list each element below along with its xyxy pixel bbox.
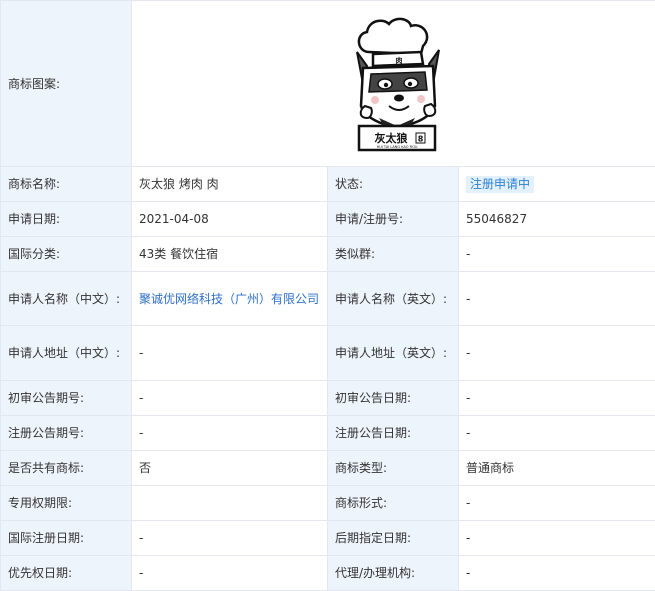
status-badge: 注册申请中 [466,176,534,193]
intl-class-label: 国际分类: [1,237,132,272]
applicant-name-en-label: 申请人名称（英文）: [328,272,459,326]
trademark-form-label: 商标形式: [328,486,459,521]
reg-date-label: 注册公告日期: [328,416,459,451]
prelim-issue-value: - [132,381,328,416]
prelim-issue-label: 初审公告期号: [1,381,132,416]
applicant-address-cn-value: - [132,326,328,381]
row-trademark-name: 商标名称: 灰太狼 烤肉 肉 状态: 注册申请中 [1,167,655,202]
row-applicant-name: 申请人名称（中文）: 聚诚优网络科技（广州）有限公司 申请人名称（英文）: - [1,272,655,326]
row-registration-announcement: 注册公告期号: - 注册公告日期: - [1,416,655,451]
logo-badge: 8 [418,134,424,143]
intl-reg-date-value: - [132,521,328,556]
prelim-date-label: 初审公告日期: [328,381,459,416]
exclusive-term-label: 专用权期限: [1,486,132,521]
trademark-type-label: 商标类型: [328,451,459,486]
row-application-date: 申请日期: 2021-04-08 申请/注册号: 55046827 [1,202,655,237]
shared-trademark-label: 是否共有商标: [1,451,132,486]
applicant-address-en-label: 申请人地址（英文）: [328,326,459,381]
row-exclusive-right: 专用权期限: 商标形式: - [1,486,655,521]
prelim-date-value: - [459,381,655,416]
trademark-image-label: 商标图案: [1,1,132,167]
row-priority: 优先权日期: - 代理/办理机构: - [1,556,655,591]
logo-text: 灰太狼 [375,131,408,145]
svg-text:肉: 肉 [396,56,403,65]
applicant-name-en-value: - [459,272,655,326]
row-international: 国际注册日期: - 后期指定日期: - [1,521,655,556]
applicant-name-link[interactable]: 聚诚优网络科技（广州）有限公司 [139,292,319,306]
applicant-address-en-value: - [459,326,655,381]
trademark-info-table: 商标图案: 肉 [0,0,655,591]
reg-date-value: - [459,416,655,451]
application-date-value: 2021-04-08 [132,202,328,237]
intl-reg-date-label: 国际注册日期: [1,521,132,556]
trademark-name-value: 灰太狼 烤肉 肉 [132,167,328,202]
registration-number-value: 55046827 [459,202,655,237]
intl-class-value: 43类 餐饮住宿 [132,237,328,272]
agency-value: - [459,556,655,591]
similar-group-value: - [459,237,655,272]
wolf-nose [394,94,404,101]
shared-trademark-value: 否 [132,451,328,486]
exclusive-term-value [132,486,328,521]
row-applicant-address: 申请人地址（中文）: - 申请人地址（英文）: - [1,326,655,381]
row-classification: 国际分类: 43类 餐饮住宿 类似群: - [1,237,655,272]
trademark-type-value: 普通商标 [459,451,655,486]
row-preliminary-announcement: 初审公告期号: - 初审公告日期: - [1,381,655,416]
trademark-form-value: - [459,486,655,521]
trademark-image-cell: 肉 [132,1,655,167]
applicant-name-cn-label: 申请人名称（中文）: [1,272,132,326]
priority-date-value: - [132,556,328,591]
chef-hat-icon [359,18,427,53]
status-label: 状态: [328,167,459,202]
priority-date-label: 优先权日期: [1,556,132,591]
status-cell: 注册申请中 [459,167,655,202]
later-designation-label: 后期指定日期: [328,521,459,556]
agency-label: 代理/办理机构: [328,556,459,591]
later-designation-value: - [459,521,655,556]
registration-number-label: 申请/注册号: [328,202,459,237]
trademark-logo: 肉 [349,14,445,154]
similar-group-label: 类似群: [328,237,459,272]
applicant-name-cn-cell: 聚诚优网络科技（广州）有限公司 [132,272,328,326]
applicant-address-cn-label: 申请人地址（中文）: [1,326,132,381]
logo-pinyin: HUI TAI LANG KAO ROU [377,145,418,149]
reg-issue-value: - [132,416,328,451]
row-shared-trademark: 是否共有商标: 否 商标类型: 普通商标 [1,451,655,486]
application-date-label: 申请日期: [1,202,132,237]
row-trademark-image: 商标图案: 肉 [1,1,655,167]
reg-issue-label: 注册公告期号: [1,416,132,451]
trademark-name-label: 商标名称: [1,167,132,202]
